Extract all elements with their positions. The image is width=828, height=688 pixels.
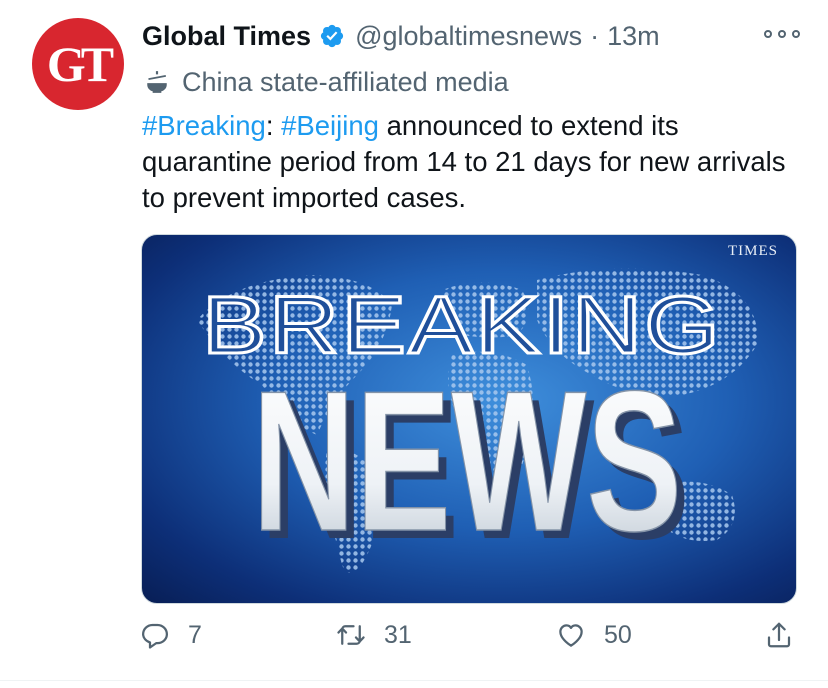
more-dot bbox=[792, 30, 800, 38]
verified-badge-icon bbox=[320, 24, 344, 48]
tweet-divider bbox=[0, 680, 828, 681]
reply-icon bbox=[142, 623, 168, 649]
breaking-news-graphic: TIMES BREAKING NEWS NEWS bbox=[197, 243, 778, 581]
share-icon bbox=[767, 622, 791, 648]
more-icon[interactable] bbox=[764, 22, 800, 46]
separator-dot: · bbox=[590, 21, 600, 51]
state-media-icon bbox=[147, 71, 167, 93]
retweet-count: 31 bbox=[384, 620, 412, 649]
tweet-text: #Breaking: #Beijing announced to extend … bbox=[142, 108, 802, 216]
reply-button[interactable]: 7 bbox=[140, 620, 202, 650]
like-button[interactable]: 50 bbox=[556, 620, 632, 650]
retweet-icon bbox=[337, 625, 365, 645]
hashtag-beijing[interactable]: #Beijing bbox=[281, 110, 379, 141]
tweet-image[interactable]: TIMES BREAKING NEWS NEWS bbox=[141, 234, 797, 604]
hashtag-breaking[interactable]: #Breaking bbox=[142, 110, 266, 141]
avatar[interactable]: GT bbox=[32, 18, 124, 110]
like-count: 50 bbox=[604, 620, 632, 649]
image-headline-news: NEWS bbox=[252, 350, 682, 573]
image-watermark: TIMES bbox=[728, 243, 778, 259]
tweet-timestamp[interactable]: 13m bbox=[607, 18, 660, 54]
retweet-button[interactable]: 31 bbox=[336, 620, 412, 650]
user-handle[interactable]: @globaltimesnews bbox=[355, 18, 582, 54]
affiliation-text: China state-affiliated media bbox=[182, 67, 509, 97]
display-name[interactable]: Global Times bbox=[142, 18, 311, 54]
reply-count: 7 bbox=[188, 620, 202, 649]
tweet-text-colon: : bbox=[265, 110, 274, 141]
more-dot bbox=[764, 30, 772, 38]
like-icon bbox=[559, 624, 583, 647]
share-button[interactable] bbox=[764, 620, 794, 650]
state-media-label[interactable]: China state-affiliated media bbox=[142, 64, 509, 100]
more-dot bbox=[778, 30, 786, 38]
avatar-logo-text: GT bbox=[46, 36, 114, 92]
tweet-actions: 7 31 50 bbox=[140, 620, 800, 660]
tweet-header: Global Times @globaltimesnews · 13m bbox=[142, 18, 660, 54]
